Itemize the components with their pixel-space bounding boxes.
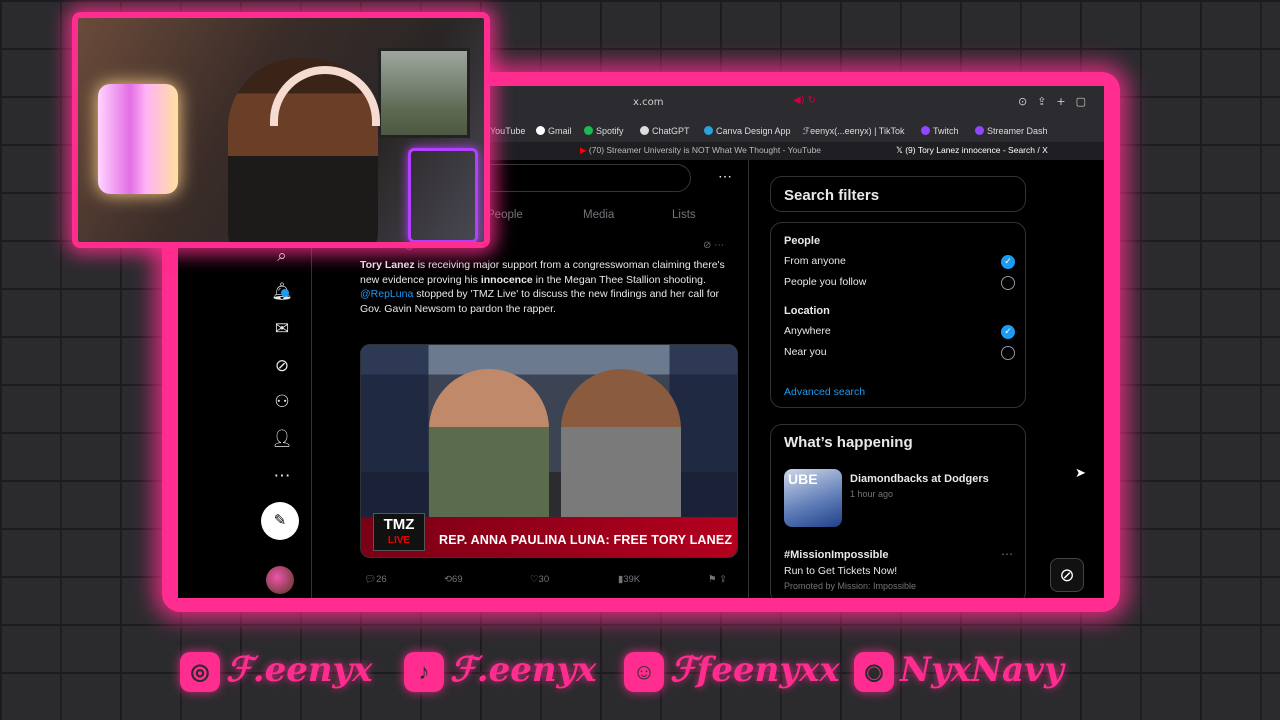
bookmark-share-icon[interactable]: ⚑ ⇪ — [708, 574, 727, 585]
twitch-icon — [921, 126, 930, 135]
instagram-handle: ℱ.eenyx — [226, 650, 373, 690]
people-label: People — [784, 235, 821, 247]
tab-media[interactable]: Media — [583, 209, 614, 221]
tab-people[interactable]: People — [487, 209, 523, 221]
chatgpt-icon — [640, 126, 649, 135]
discord-handle: NyxNavy — [900, 650, 1064, 690]
bookmark-streamer-dash[interactable]: Streamer Dash — [975, 126, 1048, 136]
grok-icon: ⊘ — [1059, 565, 1075, 585]
account-avatar[interactable] — [266, 566, 294, 594]
profile-icon[interactable]: 👤︎ — [270, 427, 294, 451]
tiktok-icon: ♪ — [404, 652, 444, 692]
trend-image[interactable]: UBE — [784, 469, 842, 527]
tab-youtube[interactable]: ▶ (70) Streamer University is NOT What W… — [580, 145, 821, 156]
promoted-trend-title[interactable]: #MissionImpossible — [784, 549, 889, 561]
audio-reload-icon[interactable]: ◀) ↻ — [793, 95, 816, 106]
tweet-grok-more-icon[interactable]: ⊘ ⋯ — [703, 240, 724, 251]
bookmark-twitch[interactable]: Twitch — [921, 126, 959, 136]
streamer-dash-icon — [975, 126, 984, 135]
host-right — [561, 369, 681, 539]
grok-floating-button[interactable]: ⊘ — [1050, 558, 1084, 592]
views-count[interactable]: ▮ 39K — [618, 574, 640, 585]
near-you-radio[interactable] — [1001, 346, 1015, 360]
location-label: Location — [784, 305, 830, 317]
browser-actions-icon[interactable]: ⊙⇪+▢ — [1018, 95, 1096, 108]
snapchat-icon: ☺ — [624, 652, 664, 692]
microphone — [98, 84, 178, 194]
bookmark-spotify[interactable]: Spotify — [584, 126, 624, 136]
search-filters-header: Search filters — [770, 176, 1026, 212]
compose-icon: ✎ — [273, 512, 287, 529]
mention-link[interactable]: @RepLuna — [360, 288, 413, 300]
post-button[interactable]: ✎ — [261, 502, 299, 540]
snapchat-handle: ℱfeenyxx — [670, 650, 840, 690]
lower-third-caption: REP. ANNA PAULINA LUNA: FREE TORY LANEZ — [439, 533, 733, 547]
tab-x-search[interactable]: 𝕏 (9) Tory Lanez innocence - Search / X — [896, 145, 1048, 156]
socials-bar: ◎ ℱ.eenyx ♪ ℱ.eenyx ☺ ℱfeenyxx ◉ NyxNavy — [180, 644, 1100, 700]
webcam-window-view — [378, 48, 470, 138]
bookmark-gmail[interactable]: Gmail — [536, 126, 572, 136]
whats-happening-title: What’s happening — [784, 434, 913, 451]
people-you-follow-option[interactable]: People you follow — [784, 276, 866, 288]
grok-icon[interactable]: ⊘ — [270, 354, 294, 378]
promoted-trend-subtitle: Run to Get Tickets Now! — [784, 565, 898, 577]
tweet-video[interactable]: TMZ LIVE REP. ANNA PAULINA LUNA: FREE TOR… — [360, 344, 738, 558]
advanced-search-link[interactable]: Advanced search — [784, 386, 865, 398]
more-options-icon[interactable]: ⋯ — [718, 168, 732, 185]
canva-icon — [704, 126, 713, 135]
tmz-live-logo: TMZ LIVE — [373, 513, 425, 551]
messages-icon[interactable]: ✉ — [270, 317, 294, 341]
host-left — [429, 369, 549, 539]
tiktok-handle: ℱ.eenyx — [450, 650, 597, 690]
from-anyone-option[interactable]: From anyone — [784, 255, 846, 267]
bookmark-youtube[interactable]: YouTube — [490, 126, 525, 136]
search-input[interactable]: e — [463, 164, 691, 192]
search-filters-card: People From anyone ✓ People you follow L… — [770, 222, 1026, 408]
notifications-icon[interactable]: 🔔︎ — [270, 280, 294, 304]
bookmark-chatgpt[interactable]: ChatGPT — [640, 126, 690, 136]
discord-icon: ◉ — [854, 652, 894, 692]
mouse-cursor-icon: ➤ — [1075, 465, 1086, 480]
bookmark-canva[interactable]: Canva Design App — [704, 126, 791, 136]
tab-lists[interactable]: Lists — [672, 209, 696, 221]
from-anyone-radio[interactable]: ✓ — [1001, 255, 1015, 269]
webcam-overlay — [72, 12, 490, 248]
trend-title[interactable]: Diamondbacks at Dodgers — [850, 473, 989, 485]
whats-happening-card: What’s happening UBE Diamondbacks at Dod… — [770, 424, 1026, 598]
near-you-option[interactable]: Near you — [784, 346, 827, 358]
communities-icon[interactable]: ⚇ — [270, 390, 294, 414]
search-filters-title: Search filters — [784, 187, 880, 204]
google-icon — [536, 126, 545, 135]
promoted-by-label: Promoted by Mission: Impossible — [784, 581, 917, 591]
like-button[interactable]: ♡ 30 — [530, 574, 549, 585]
anywhere-radio[interactable]: ✓ — [1001, 325, 1015, 339]
notification-badge — [281, 289, 289, 297]
address-bar[interactable]: x.com — [633, 97, 663, 108]
tweet-text: Tory Lanez is receiving major support fr… — [360, 259, 725, 315]
people-you-follow-radio[interactable] — [1001, 276, 1015, 290]
spotify-icon — [584, 126, 593, 135]
more-icon[interactable]: ⋯ — [270, 464, 294, 488]
trend-meta: 1 hour ago — [850, 489, 894, 499]
instagram-icon: ◎ — [180, 652, 220, 692]
repost-button[interactable]: ⟲ 69 — [444, 574, 463, 585]
anywhere-option[interactable]: Anywhere — [784, 325, 831, 337]
bookmark-tiktok[interactable]: ℱeenyx(...eenyx) | TikTok — [803, 126, 904, 137]
reply-button[interactable]: 💬︎ 26 — [364, 574, 387, 585]
promo-more-icon[interactable]: ⋯ — [1001, 547, 1013, 561]
neon-light — [408, 148, 478, 242]
